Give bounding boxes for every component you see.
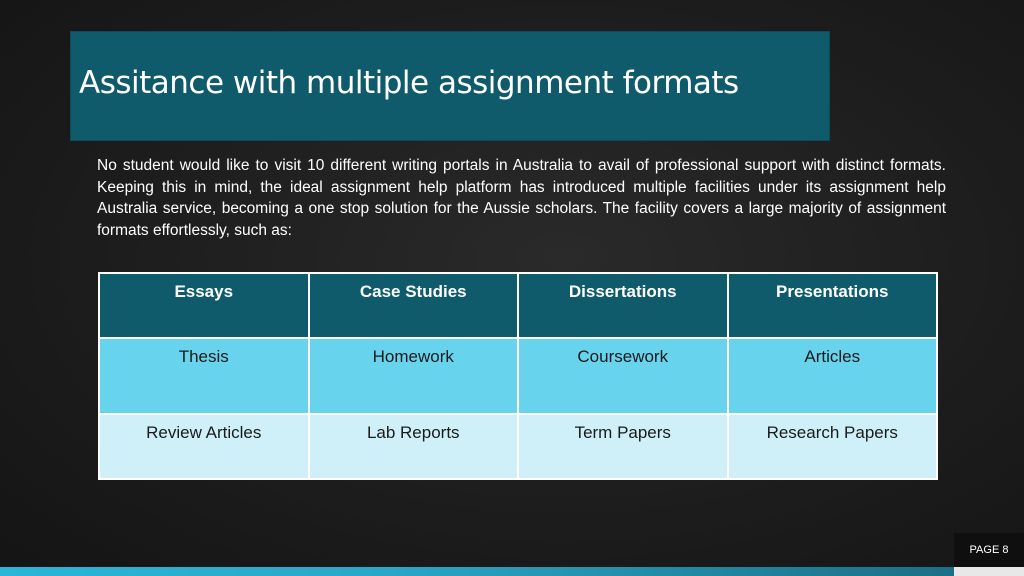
bottom-accent-bar-end [954,567,1024,576]
table-cell: Review Articles [98,413,310,480]
table-header-row: Essays Case Studies Dissertations Presen… [98,272,938,339]
bottom-accent-bar [0,567,954,576]
table-cell: Case Studies [307,272,519,339]
slide-body-text: No student would like to visit 10 differ… [97,157,946,239]
table-cell: Thesis [98,337,310,415]
table-cell: Presentations [726,272,938,339]
table-row: Thesis Homework Coursework Articles [98,337,938,415]
table-cell: Essays [98,272,310,339]
page-number: PAGE 8 [954,533,1024,567]
table-cell: Coursework [517,337,729,415]
slide-title: Assitance with multiple assignment forma… [79,65,739,101]
assignment-formats-table: Essays Case Studies Dissertations Presen… [98,272,938,480]
table-row: Review Articles Lab Reports Term Papers … [98,413,938,480]
table-cell: Articles [726,337,938,415]
table-cell: Lab Reports [307,413,519,480]
table-cell: Homework [307,337,519,415]
table-cell: Research Papers [726,413,938,480]
table-cell: Term Papers [517,413,729,480]
title-box: Assitance with multiple assignment forma… [70,31,830,141]
table-cell: Dissertations [517,272,729,339]
